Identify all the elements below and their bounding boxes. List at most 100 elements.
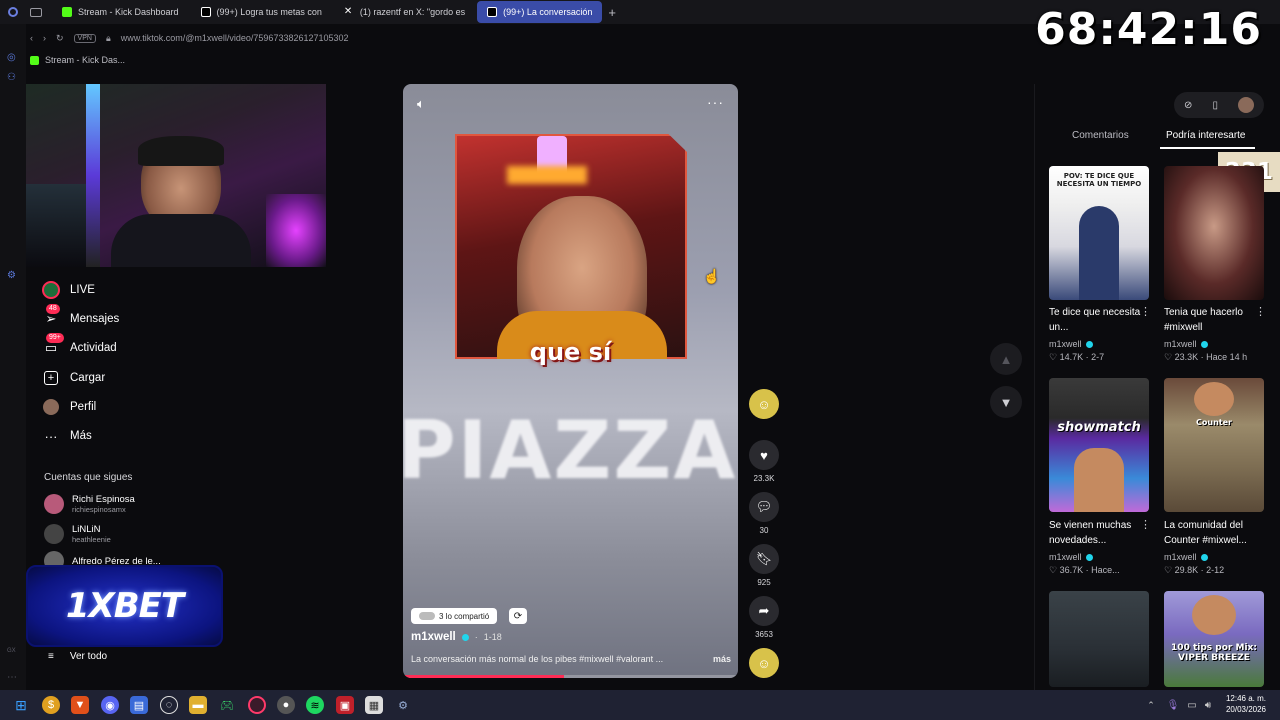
messenger-icon[interactable]: ◎ — [7, 52, 19, 64]
following-name: LiNLiN — [72, 524, 101, 535]
opera-logo-icon[interactable] — [8, 7, 18, 17]
gamepad-icon[interactable]: 🎮︎ — [218, 696, 236, 714]
video-thumbnail[interactable]: showmatch — [1049, 378, 1149, 512]
settings-icon[interactable]: ⚙ — [394, 696, 412, 714]
tab-tiktok-metas[interactable]: (99+) Logra tus metas con — [191, 1, 332, 23]
vpn-badge[interactable]: VPN — [73, 33, 96, 43]
obs-icon[interactable]: ◌ — [160, 696, 178, 714]
url-field[interactable]: www.tiktok.com/@m1xwell/video/7596733826… — [121, 33, 349, 43]
tab-comentarios[interactable]: Comentarios — [1072, 130, 1129, 141]
volume-icon[interactable]: 🔊︎ — [1199, 696, 1217, 714]
nav-mas[interactable]: ··· Más — [42, 424, 92, 448]
more-options-icon[interactable]: ··· — [707, 94, 724, 110]
windows-start-icon[interactable]: ⊞ — [12, 696, 30, 714]
sponsor-text: 1XBET — [65, 586, 184, 626]
video-title[interactable]: Tenia que hacerlo #mixwell — [1164, 305, 1264, 335]
volume-icon[interactable]: 🔈︎ — [417, 96, 425, 112]
chevron-up-icon[interactable]: ⌃ — [1142, 696, 1160, 714]
compass-icon[interactable]: ⊘ — [1184, 100, 1192, 111]
system-clock[interactable]: 12:46 a. m. 20/03/2026 — [1226, 693, 1266, 715]
repost-icon[interactable]: ⟳ — [509, 608, 527, 624]
tab-label: Stream - Kick Dashboard — [78, 7, 179, 17]
opera-gx-icon[interactable] — [248, 696, 266, 714]
lock-icon: 🔒︎ — [105, 32, 111, 43]
video-author[interactable]: m1xwell · 1-18 — [411, 631, 502, 643]
more-dots-icon[interactable]: ⋯ — [7, 672, 19, 684]
video-thumbnail[interactable] — [1049, 591, 1149, 687]
see-all-row[interactable]: ≡ Ver todo — [48, 651, 107, 662]
nav-mensajes[interactable]: ➢ 48 Mensajes — [42, 304, 119, 331]
nav-cargar[interactable]: + Cargar — [42, 366, 105, 390]
app-icon[interactable]: $ — [42, 696, 60, 714]
video-date: 1-18 — [483, 632, 502, 642]
more-options-icon[interactable]: ⋮ — [1140, 518, 1151, 531]
author-name[interactable]: m1xwell — [411, 631, 456, 643]
ai-icon[interactable]: ⚇ — [7, 72, 19, 84]
video-user[interactable]: m1xwell — [1049, 552, 1093, 562]
kick-icon — [30, 55, 39, 65]
store-icon[interactable]: ▤ — [130, 696, 148, 714]
previous-video-button[interactable]: ▲ — [990, 343, 1022, 375]
video-user[interactable]: m1xwell — [1164, 339, 1208, 349]
nav-actividad[interactable]: ▭ 99+ Actividad — [42, 333, 117, 360]
video-thumbnail[interactable]: POV: TE DICE QUE NECESITA UN TIEMPO — [1049, 166, 1149, 300]
post-time: Hace 14 h — [1206, 352, 1248, 362]
tab-podria-interesarte[interactable]: Podría interesarte — [1166, 130, 1246, 141]
verified-icon — [461, 633, 469, 641]
nav-label: Más — [70, 430, 92, 442]
app-icon[interactable]: ▦ — [365, 696, 383, 714]
avatar[interactable] — [1237, 97, 1254, 113]
more-button[interactable]: más — [713, 654, 731, 664]
settings-icon[interactable]: ⚙ — [7, 270, 19, 282]
description-text: La conversación más normal de los pibes … — [411, 654, 664, 664]
mobile-icon[interactable]: ▯ — [1212, 100, 1218, 111]
nav-perfil[interactable]: Perfil — [42, 395, 96, 419]
verified-icon — [1085, 553, 1093, 561]
video-inset — [455, 134, 687, 359]
folder-icon[interactable]: ▬ — [189, 696, 207, 714]
back-icon[interactable]: ‹ — [30, 33, 33, 43]
tab-overview-icon[interactable] — [30, 7, 42, 17]
brave-icon[interactable]: ▼ — [71, 696, 89, 714]
video-player[interactable]: 🔈︎ ··· que sí PIAZZA 3 lo compartió ⟳ m1… — [403, 84, 738, 678]
more-options-icon[interactable]: ⋮ — [1140, 305, 1151, 318]
video-user[interactable]: m1xwell — [1164, 552, 1208, 562]
tab-x-razentf[interactable]: ✕ (1) razentf en X: "gordo es — [334, 1, 475, 23]
video-user[interactable]: m1xwell — [1049, 339, 1093, 349]
reload-icon[interactable]: ↻ — [56, 33, 64, 44]
video-title[interactable]: Te dice que necesita un... — [1049, 305, 1149, 335]
video-thumbnail[interactable]: 100 tips por Mix: VIPER BREEZE — [1164, 591, 1264, 687]
next-video-button[interactable]: ▼ — [990, 386, 1022, 418]
new-tab-button[interactable]: + — [608, 5, 616, 20]
following-item[interactable]: Richi Espinosa richiespinosamx — [44, 491, 135, 517]
tab-tiktok-conversacion[interactable]: (99+) La conversación — [477, 1, 603, 23]
app-icon[interactable]: ● — [277, 696, 295, 714]
nav-live[interactable]: LIVE — [42, 278, 95, 302]
discord-icon[interactable]: ◉ — [101, 696, 119, 714]
video-title[interactable]: La comunidad del Counter #mixwel... — [1164, 518, 1264, 548]
panel-toolbar: ⊘ ▯ — [1174, 92, 1264, 118]
video-title[interactable]: Se vienen muchas novedades... — [1049, 518, 1149, 548]
video-progress[interactable] — [403, 675, 738, 678]
see-all-link[interactable]: Ver todo — [70, 651, 107, 662]
like-button[interactable]: ♥ 23.3K — [747, 440, 781, 483]
more-options-icon[interactable]: ⋮ — [1255, 305, 1266, 318]
forward-icon[interactable]: › — [43, 33, 46, 43]
following-item[interactable]: LiNLiN heathleenie — [44, 521, 111, 547]
app-icon[interactable]: ▣ — [336, 696, 354, 714]
spotify-icon[interactable]: ≋ — [306, 696, 324, 714]
mic-icon[interactable]: 🎙︎ — [1164, 696, 1182, 714]
sound-disc-button[interactable]: ☺ — [747, 648, 781, 678]
video-thumbnail[interactable]: Counter — [1164, 378, 1264, 512]
save-button[interactable]: 🔖︎ 925 — [747, 544, 781, 587]
repost-chip[interactable]: 3 lo compartió — [411, 608, 498, 624]
comment-button[interactable]: 💬︎ 30 — [747, 492, 781, 535]
bookmark-kick[interactable]: Stream - Kick Das... — [45, 55, 125, 65]
music-disc-icon: ☺ — [749, 648, 779, 678]
sponsor-logo: 1XBET — [26, 565, 223, 647]
share-button[interactable]: ➦ 3653 — [747, 596, 781, 639]
author-avatar-button[interactable]: ☺ — [747, 389, 781, 419]
video-thumbnail[interactable] — [1164, 166, 1264, 300]
gx-icon[interactable]: GX — [7, 648, 19, 660]
tab-kick-dashboard[interactable]: Stream - Kick Dashboard — [52, 1, 189, 23]
